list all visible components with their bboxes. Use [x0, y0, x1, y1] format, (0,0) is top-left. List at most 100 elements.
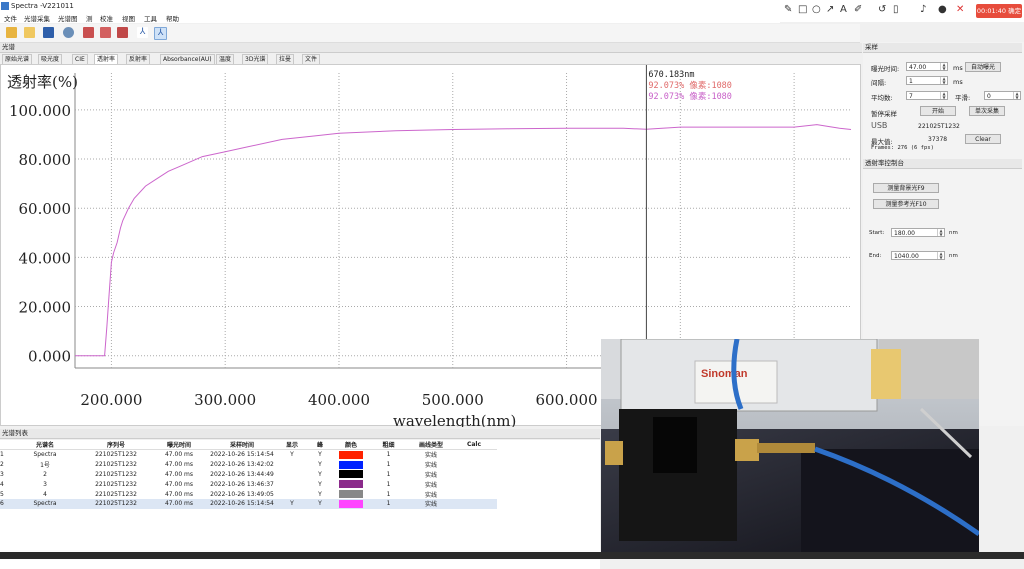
row-color	[336, 460, 366, 470]
trash-icon[interactable]: ▯	[893, 4, 899, 15]
menu-file[interactable]: 文件	[4, 13, 17, 23]
col-calc[interactable]: Calc	[451, 440, 497, 450]
menu-calibrate[interactable]: 校准	[100, 13, 113, 23]
color-swatch[interactable]	[339, 470, 363, 479]
row-peak: Y	[318, 470, 322, 478]
peak-icon[interactable]: ⅄	[137, 27, 148, 38]
color-swatch[interactable]	[339, 490, 363, 499]
window-title: Spectra -V221011	[11, 2, 74, 10]
row-line-style: 实线	[424, 452, 437, 460]
speaker-icon[interactable]: ♪	[920, 4, 926, 15]
peak-active-icon[interactable]: ⅄	[154, 27, 167, 40]
exposure-input[interactable]: 47.00 ▲ ▼	[906, 62, 948, 71]
row-time: 2022-10-26 13:42:02	[210, 461, 274, 469]
row-color	[336, 498, 366, 509]
start-button[interactable]: 开始	[920, 106, 956, 116]
table-row[interactable]: 2 1号 221025T1232 47.00 ms 2022-10-26 13:42:0…	[0, 460, 497, 470]
start-wavelength-spinner[interactable]: ▲ ▼	[937, 229, 944, 237]
row-line-style: 实线	[424, 481, 437, 489]
grid-icon[interactable]	[117, 27, 128, 38]
cursor-readout-2: 92.073% 像素:1080	[648, 91, 732, 102]
average-label: 平均数:	[871, 94, 893, 102]
col-width[interactable]: 粗细	[366, 440, 411, 450]
recording-timer[interactable]: 00:01:40 确定	[976, 4, 1022, 18]
pen-icon[interactable]: ✎	[784, 4, 792, 15]
menu-measure[interactable]: 测	[86, 13, 93, 23]
measure-background-button[interactable]: 测量背景光F9	[873, 183, 939, 193]
col-color[interactable]: 颜色	[336, 440, 366, 450]
table-row[interactable]: 3 2 221025T1232 47.00 ms 2022-10-26 13:44:49…	[0, 470, 497, 480]
interval-spinner[interactable]: ▲ ▼	[940, 77, 947, 85]
smooth-spinner[interactable]: ▲ ▼	[1013, 92, 1020, 100]
text-icon[interactable]: A	[840, 4, 847, 15]
end-wavelength-input[interactable]: 1040.00 ▲ ▼	[891, 251, 945, 260]
smooth-input[interactable]: 0 ▲ ▼	[984, 91, 1021, 100]
col-peak[interactable]: 峰	[304, 440, 336, 450]
color-swatch[interactable]	[339, 480, 363, 489]
row-line-style: 实线	[424, 491, 437, 499]
clear-button[interactable]: Clear	[965, 134, 1001, 144]
app-icon	[1, 2, 9, 10]
interval-input[interactable]: 1 ▲ ▼	[906, 76, 948, 85]
table-row[interactable]: 1 Spectra 221025T1232 47.00 ms 2022-10-26 15…	[0, 450, 497, 460]
cursor-wavelength-label: 670.183nm	[648, 70, 694, 80]
menu-spectrum[interactable]: 光谱图	[58, 13, 78, 23]
row-show: Y	[290, 451, 294, 459]
color-swatch[interactable]	[339, 499, 363, 508]
undo-icon[interactable]: ↺	[878, 4, 886, 15]
table-row[interactable]: 6 Spectra 221025T1232 47.00 ms 2022-10-26 15…	[0, 498, 497, 509]
row-width: 1	[386, 461, 391, 469]
col-name[interactable]: 光谱名	[12, 440, 78, 450]
settings-icon[interactable]	[63, 27, 74, 38]
start-wavelength-input[interactable]: 180.00 ▲ ▼	[891, 228, 945, 237]
row-width: 1	[386, 480, 391, 488]
exposure-unit: ms	[953, 64, 963, 72]
row-peak: Y	[318, 490, 322, 498]
menu-tools[interactable]: 工具	[144, 13, 157, 23]
table-row[interactable]: 5 4 221025T1232 47.00 ms 2022-10-26 13:49:05…	[0, 489, 497, 499]
row-serial: 221025T1232	[95, 461, 137, 469]
cursor-readout-1: 92.073% 像素:1080	[648, 80, 732, 91]
average-spinner[interactable]: ▲ ▼	[940, 92, 947, 100]
row-name: 1号	[40, 462, 50, 470]
rectangle-icon[interactable]: □	[798, 4, 807, 15]
x-tick-label: 200.000	[80, 391, 142, 409]
table-icon[interactable]	[100, 27, 111, 38]
save-icon[interactable]	[43, 27, 54, 38]
tab-bar: 原始光谱 吸光度 CIE 透射率 反射率 Absorbance(AU) 温度 3…	[2, 54, 862, 65]
col-exposure[interactable]: 曝光时间	[154, 440, 204, 450]
average-input[interactable]: 7 ▲ ▼	[906, 91, 948, 100]
col-serial[interactable]: 序列号	[78, 440, 154, 450]
single-acquire-button[interactable]: 单次采集	[969, 106, 1005, 116]
circle-icon[interactable]: ○	[812, 4, 821, 15]
marker-icon[interactable]: ✐	[854, 4, 862, 15]
open-file-icon[interactable]	[24, 27, 35, 38]
row-name: 3	[43, 480, 47, 488]
menu-acquisition[interactable]: 光谱采集	[24, 13, 50, 23]
row-calc	[451, 470, 497, 480]
smooth-value: 0	[987, 93, 991, 100]
x-tick-label: 300.000	[194, 391, 256, 409]
color-swatch[interactable]	[339, 450, 363, 459]
x-tick-label: 600.000	[536, 391, 598, 409]
col-line-style[interactable]: 画线类型	[411, 440, 451, 450]
screen-recorder-bar: ✎ □ ○ ↗ A ✐ ↺ ▯ ♪ ● ✕ 00:01:40 确定	[780, 0, 1024, 22]
row-index: 5	[0, 490, 4, 498]
table-row[interactable]: 4 3 221025T1232 47.00 ms 2022-10-26 13:46:37…	[0, 479, 497, 489]
row-time: 2022-10-26 13:44:49	[210, 470, 274, 478]
auto-exposure-button[interactable]: 自动曝光	[965, 62, 1001, 72]
col-time[interactable]: 采样时间	[204, 440, 280, 450]
open-folder-icon[interactable]	[6, 27, 17, 38]
close-icon[interactable]: ✕	[956, 4, 964, 15]
spectrum-list: 光谱名 序列号 曝光时间 采样时间 显示 峰 颜色 粗细 画线类型 Calc 1…	[0, 440, 600, 569]
menu-help[interactable]: 帮助	[166, 13, 179, 23]
col-show[interactable]: 显示	[280, 440, 304, 450]
chart-icon[interactable]	[83, 27, 94, 38]
end-wavelength-spinner[interactable]: ▲ ▼	[937, 252, 944, 260]
menu-view[interactable]: 视图	[122, 13, 135, 23]
exposure-spinner[interactable]: ▲ ▼	[940, 63, 947, 71]
microphone-icon[interactable]: ●	[938, 4, 947, 15]
measure-reference-button[interactable]: 测量参考光F10	[873, 199, 939, 209]
arrow-icon[interactable]: ↗	[826, 4, 834, 15]
color-swatch[interactable]	[339, 460, 363, 469]
